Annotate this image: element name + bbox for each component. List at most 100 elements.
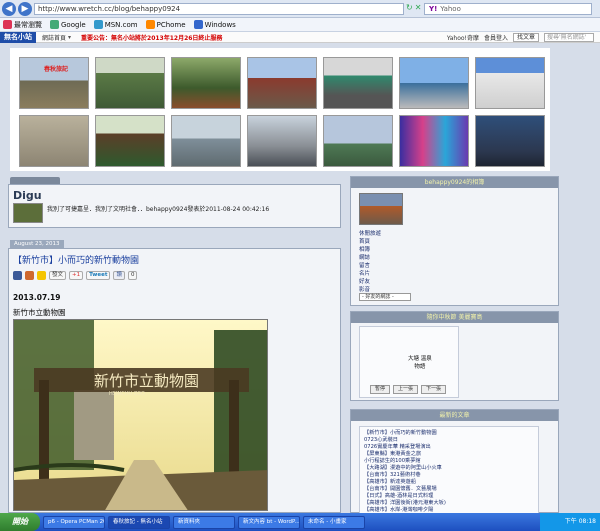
chevron-down-icon[interactable]: ▾ — [68, 34, 71, 41]
banner-photo-8[interactable] — [19, 115, 89, 167]
emoticon-icon[interactable] — [37, 271, 46, 280]
google-plus-one-button[interactable]: +1 — [69, 271, 84, 280]
banner-photo-12[interactable] — [323, 115, 393, 167]
task-paint[interactable]: 未命名 - 小畫家 — [303, 515, 365, 529]
sidebar-link-travel[interactable]: 休閒旅遊 — [359, 229, 381, 237]
system-clock: 下午 08:18 — [540, 513, 600, 531]
like-count: 0 — [127, 271, 138, 280]
recent-post-item[interactable]: 【高雄市】洋園後街(港元港東大坂) — [364, 499, 446, 506]
banner-photo-4[interactable] — [247, 57, 317, 109]
search-engine-label: Yahoo — [440, 5, 461, 13]
facebook-icon[interactable] — [13, 271, 22, 280]
google-icon — [50, 20, 59, 29]
banner-photo-7[interactable] — [475, 57, 545, 109]
search-engine-box[interactable]: Y! Yahoo — [424, 3, 592, 15]
task-wordpad[interactable]: 新文內容 bt - WordP... — [238, 515, 300, 529]
sidebar-link-video[interactable]: 影音 — [359, 285, 370, 293]
start-button[interactable]: 開始 — [0, 513, 40, 531]
facebook-like-button[interactable]: 讚 — [113, 271, 125, 280]
login-link[interactable]: 會員登入 — [484, 33, 508, 42]
tweet-button[interactable]: Tweet — [86, 271, 111, 280]
next-button[interactable]: 下一張 — [421, 385, 447, 394]
recent-post-item[interactable]: 【高雄市】水岸-港灣咖啡夕陽 — [364, 506, 433, 513]
share-bar: 發文 +1 Tweet 讚 0 — [13, 271, 138, 280]
sidebar-link-guestbook[interactable]: 留言 — [359, 261, 370, 269]
service-notice[interactable]: 重要公告：無名小站將於2013年12月26日終止服務 — [81, 33, 222, 42]
send-post-button[interactable]: 發文 — [49, 271, 67, 280]
msn-icon — [93, 20, 103, 29]
banner-photo-2[interactable] — [95, 57, 165, 109]
slideshow-controls: 暫停 上一張 下一張 — [370, 385, 447, 394]
address-bar: ◀ ▶ http://www.wretch.cc/blog/behappy092… — [0, 0, 600, 18]
favorite-windows[interactable]: Windows — [193, 20, 236, 29]
windows-icon — [193, 20, 203, 29]
favorite-google[interactable]: Google — [50, 20, 86, 29]
recent-post-item[interactable]: 小行程誌生的100乘夢館 — [364, 457, 421, 464]
blog-post: 【新竹市】小而巧的新竹動物園 發文 +1 Tweet 讚 0 2013.07.1… — [8, 248, 341, 513]
banner-photo-6[interactable] — [399, 57, 469, 109]
forward-button[interactable]: ▶ — [18, 1, 32, 16]
sidebar-link-home[interactable]: 首頁 — [359, 237, 370, 245]
recent-post-item[interactable]: 【日式】高雄-酒林是日式料理 — [364, 492, 433, 499]
recent-posts-title: 最新的文章 — [351, 410, 558, 421]
profile-panel: behappy0924的相簿 休閒旅遊 首頁 相簿 網誌 留言 名片 好友 影音… — [350, 176, 559, 306]
sidebar-link-blog[interactable]: 網誌 — [359, 253, 370, 261]
site-toolbar-right: Yahoo!奇摩 會員登入 找文章 搜尋'無名網誌' — [447, 32, 594, 43]
banner-photo-9[interactable] — [95, 115, 165, 167]
sidebar-link-friends[interactable]: 好友 — [359, 277, 370, 285]
sidebar-link-album[interactable]: 相簿 — [359, 245, 370, 253]
site-search-input[interactable]: 搜尋'無名網誌' — [544, 33, 594, 42]
yahoo-icon: Y! — [429, 5, 438, 13]
recent-post-item[interactable]: 【台南市】321藝術村巷 — [364, 471, 421, 478]
blog-home-link[interactable]: 網誌首頁 — [42, 33, 66, 42]
blog-page: 春秋旅記 Digu 我別了可捷嘉呈．我別了文明社會．．behappy0924發表… — [0, 43, 600, 514]
zoo-photo-illustration: 新竹市立動物園 HSINCHU ZOO — [14, 320, 267, 510]
task-browser[interactable]: 春秋旅記 - 無名小站 — [108, 515, 170, 529]
favorite-msn[interactable]: MSN.com — [93, 20, 138, 29]
banner-photo-11[interactable] — [247, 115, 317, 167]
recent-posts-list: 【新竹市】小而巧的新竹動物園 0723心武裝日 0726實慶年華 精采登場演出 … — [359, 426, 539, 514]
recent-post-item[interactable]: 【高雄市】新達英遊船 — [364, 478, 416, 485]
friends-blog-select[interactable]: - 好友的網誌 - — [359, 293, 411, 301]
slideshow-frame: 大塘 溫泉 物語 暫停 上一張 下一張 — [359, 326, 459, 398]
recent-post-item[interactable]: 0726實慶年華 精采登場演出 — [364, 443, 431, 450]
recent-post-item[interactable]: 【新竹市】小而巧的新竹動物園 — [364, 429, 437, 436]
url-input[interactable]: http://www.wretch.cc/blog/behappy0924 — [34, 3, 404, 15]
banner-photo-5[interactable] — [323, 57, 393, 109]
photo-banner: 春秋旅記 — [10, 48, 550, 171]
favorite-most-visited[interactable]: 最常瀏覽 — [3, 20, 42, 30]
pause-button[interactable]: 暫停 — [370, 385, 391, 394]
banner-caption: 春秋旅記 — [44, 66, 69, 73]
site-logo[interactable]: 無名小站 — [0, 31, 36, 43]
banner-photo-14[interactable] — [475, 115, 545, 167]
post-content-subtitle: 新竹市立動物園 — [13, 308, 66, 317]
back-button[interactable]: ◀ — [2, 1, 16, 16]
recent-post-item[interactable]: 【大路湖】漫遊中的阿里山小火車 — [364, 464, 442, 471]
banner-photo-10[interactable] — [171, 115, 241, 167]
recent-post-item[interactable]: 【屏東縣】東港黃金之旅 — [364, 450, 421, 457]
profile-photo[interactable] — [359, 193, 403, 225]
profile-panel-title: behappy0924的相簿 — [351, 177, 558, 188]
digu-avatar — [13, 203, 43, 223]
recent-posts-panel: 最新的文章 【新竹市】小而巧的新竹動物園 0723心武裝日 0726實慶年華 精… — [350, 409, 559, 514]
recent-post-item[interactable]: 【台南市】開園懷舊．文藝展場 — [364, 485, 437, 492]
yahoo-link[interactable]: Yahoo!奇摩 — [447, 33, 479, 42]
search-type-select[interactable]: 找文章 — [512, 33, 539, 42]
star-icon — [3, 20, 12, 29]
task-folder[interactable]: 新資料夾 — [173, 515, 235, 529]
previous-button[interactable]: 上一張 — [393, 385, 419, 394]
slideshow-caption: 大塘 溫泉 物語 — [408, 356, 432, 370]
refresh-stop-icons[interactable]: ↻✕ — [406, 3, 423, 12]
post-title-link[interactable]: 【新竹市】小而巧的新竹動物園 — [13, 253, 139, 266]
banner-photo-13[interactable] — [399, 115, 469, 167]
plurk-icon[interactable] — [25, 271, 34, 280]
banner-photo-1[interactable]: 春秋旅記 — [19, 57, 89, 109]
task-opera[interactable]: p6 - Opera PCMan 2007 — [43, 515, 105, 529]
recent-post-item[interactable]: 0723心武裝日 — [364, 436, 398, 443]
favorite-pchome[interactable]: PChome — [145, 20, 186, 29]
slideshow-title: 隨你中秋節 美麗寶島 — [351, 312, 558, 323]
sidebar-link-card[interactable]: 名片 — [359, 269, 370, 277]
pchome-icon — [145, 20, 155, 29]
banner-photo-3[interactable] — [171, 57, 241, 109]
digu-status-text: 我別了可捷嘉呈．我別了文明社會．．behappy0924發表於2011-08-2… — [47, 206, 270, 213]
